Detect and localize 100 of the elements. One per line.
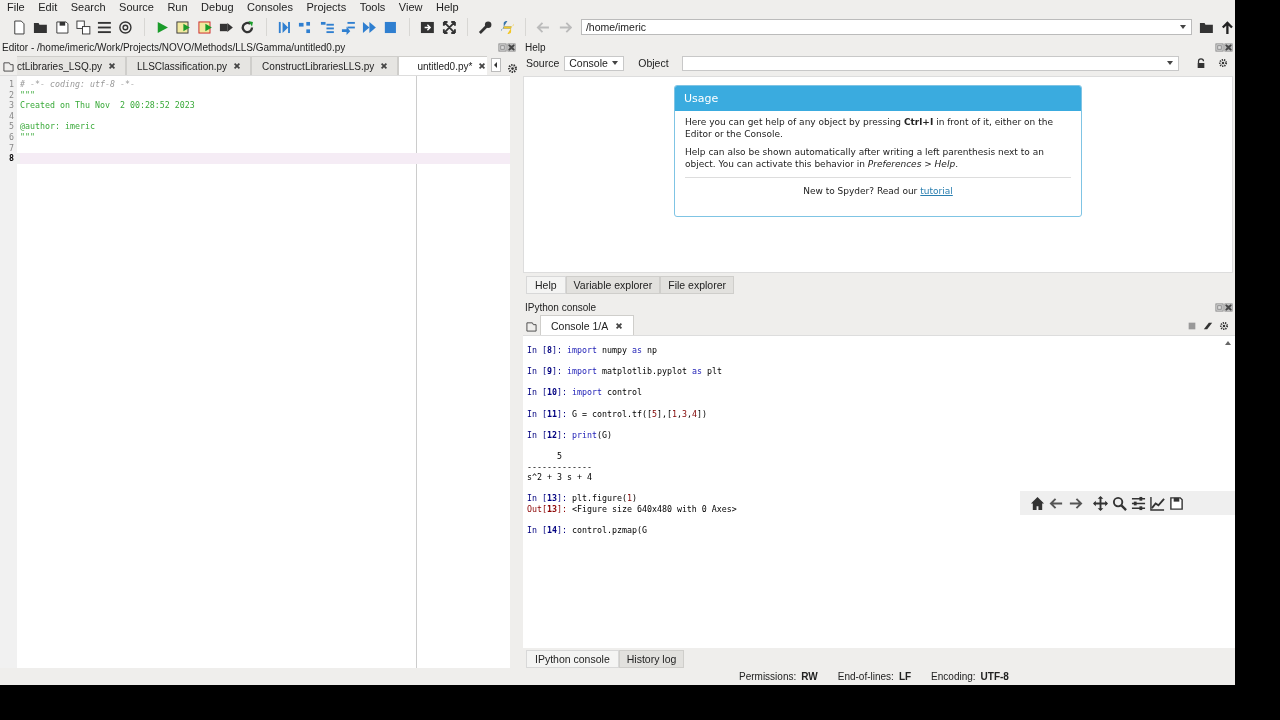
tab-list-icon[interactable]: [3, 61, 14, 72]
files-icon[interactable]: [75, 19, 91, 35]
status-label: End-of-lines:: [837, 671, 894, 682]
pane-title: Help: [525, 41, 546, 53]
code-line: """: [20, 131, 35, 143]
console-line: In [10]: import control: [527, 387, 642, 398]
save-icon[interactable]: [54, 19, 70, 35]
caret-icon: [1179, 23, 1188, 31]
menu-item[interactable]: Run: [162, 1, 193, 13]
fast-forward-icon[interactable]: [362, 19, 377, 35]
close-icon[interactable]: [380, 62, 389, 70]
eraser-icon[interactable]: [1203, 321, 1213, 331]
pane-tab[interactable]: Help: [526, 276, 566, 294]
console-output: 5: [555, 450, 562, 462]
move-icon[interactable]: [1093, 495, 1108, 511]
tab-list-icon[interactable]: [526, 321, 537, 332]
cell-play-icon[interactable]: [176, 19, 192, 35]
menu-item[interactable]: File: [2, 1, 30, 13]
step-return-icon[interactable]: [340, 19, 356, 35]
help-paragraph: Help can also be shown automatically after writing a left parenthesis next to an object. You can activate this behavior in Preferences > Help.: [685, 147, 1045, 170]
scroll-up-icon[interactable]: [1224, 340, 1232, 346]
search-icon[interactable]: [1112, 495, 1127, 511]
line-number: 5: [8, 121, 15, 132]
console-output: -------------: [527, 461, 592, 473]
maximize-icon[interactable]: [420, 19, 435, 35]
console-line: In [13]: plt.figure(1): [527, 493, 637, 504]
status-label: Encoding:: [931, 671, 976, 682]
file-tab[interactable]: LLSClassification.py: [126, 56, 252, 75]
tutorial-link[interactable]: tutorial: [920, 186, 953, 196]
menu-item[interactable]: Tools: [354, 1, 391, 13]
close-icon[interactable]: [108, 62, 117, 70]
console-line: In [14]: control.pzmap(G: [527, 525, 647, 536]
code-line: @author: imeric: [20, 121, 95, 132]
status-value: RW: [801, 671, 818, 682]
pane-tab[interactable]: Variable explorer: [565, 276, 661, 294]
status-value: UTF-8: [980, 671, 1009, 682]
object-field[interactable]: [681, 55, 1179, 71]
editor-title: Editor - /home/imeric/Work/Projects/NOVO/Methods/LLS/Gamma/untitled0.py: [2, 41, 346, 53]
code-line: # -*- coding: utf-8 -*-: [20, 79, 135, 90]
pane-title: IPython console: [525, 301, 597, 313]
console-line: In [12]: print(G): [527, 429, 612, 441]
rerun-icon[interactable]: [240, 19, 256, 35]
up-arrow-icon[interactable]: [1220, 19, 1235, 35]
close-icon[interactable]: [1224, 302, 1233, 312]
play-icon[interactable]: [155, 19, 170, 35]
caret-icon: [1166, 59, 1174, 67]
footer-text: New to Spyder? Read our: [803, 186, 918, 196]
file-tab[interactable]: ConstructLibrariesLLS.py: [251, 56, 399, 75]
wrench-icon[interactable]: [478, 19, 494, 35]
cell-play-next-icon[interactable]: [197, 19, 213, 35]
path-field[interactable]: /home/imeric: [580, 19, 1193, 35]
menu-item[interactable]: Help: [431, 1, 464, 13]
save-icon[interactable]: [1169, 495, 1184, 511]
code-line: Created on Thu Nov 2 00:28:52 2023: [20, 100, 195, 111]
menu-item[interactable]: View: [393, 1, 428, 13]
sliders-icon[interactable]: [1131, 495, 1146, 511]
source-label: Source: [526, 57, 560, 69]
settings-icon[interactable]: [1219, 321, 1229, 331]
console-line: In [11]: G = control.tf([5],[1,3,4]): [527, 408, 707, 420]
close-icon[interactable]: [233, 62, 242, 70]
close-icon[interactable]: [507, 42, 516, 52]
line-number: 2: [8, 89, 15, 101]
close-icon[interactable]: [1224, 42, 1233, 52]
file-tab[interactable]: untitled0.py*: [398, 56, 487, 75]
source-dropdown[interactable]: Console: [564, 55, 625, 71]
step-icon[interactable]: [277, 19, 292, 35]
menu-item[interactable]: Consoles: [242, 1, 298, 13]
pane-tab[interactable]: IPython console: [526, 650, 619, 668]
menu-item[interactable]: Search: [65, 1, 111, 13]
console-output: s^2 + 3 s + 4: [527, 472, 592, 483]
usage-title: Usage: [675, 86, 1081, 111]
status-value: LF: [898, 671, 912, 682]
list-icon[interactable]: [97, 19, 112, 35]
fullscreen-icon[interactable]: [441, 19, 457, 35]
close-icon[interactable]: [478, 62, 487, 70]
pane-tab[interactable]: File explorer: [660, 276, 734, 294]
pane-tab[interactable]: History log: [618, 650, 685, 668]
lock-icon[interactable]: [1196, 58, 1206, 68]
file-tab[interactable]: ctLibraries_LSQ.py: [17, 56, 127, 75]
console-tab[interactable]: Console 1/A: [540, 315, 635, 335]
home-icon[interactable]: [1030, 495, 1045, 511]
menu-item[interactable]: Debug: [196, 1, 239, 13]
console-line: In [9]: import matplotlib.pyplot as plt: [527, 366, 722, 377]
stop-icon[interactable]: [383, 19, 399, 35]
new-file-icon[interactable]: [12, 19, 27, 35]
line-chart-icon[interactable]: [1150, 495, 1165, 511]
line-number: 3: [8, 100, 15, 111]
line-number: 6: [8, 131, 15, 143]
menu-item[interactable]: Projects: [301, 1, 352, 13]
help-paragraph: Here you can get help of any object by pressing Ctrl+I in front of it, either on the Editor or the Console.: [685, 117, 1054, 140]
object-label: Object: [638, 57, 669, 69]
close-icon[interactable]: [615, 321, 624, 330]
line-number: 7: [8, 142, 15, 154]
line-number: 1: [8, 79, 15, 90]
settings-icon[interactable]: [1218, 58, 1228, 68]
line-number: 4: [8, 110, 15, 122]
settings-icon[interactable]: [507, 63, 518, 74]
menu-item[interactable]: Source: [114, 1, 159, 13]
step-into-icon[interactable]: [319, 19, 335, 35]
menu-item[interactable]: Edit: [33, 1, 63, 13]
